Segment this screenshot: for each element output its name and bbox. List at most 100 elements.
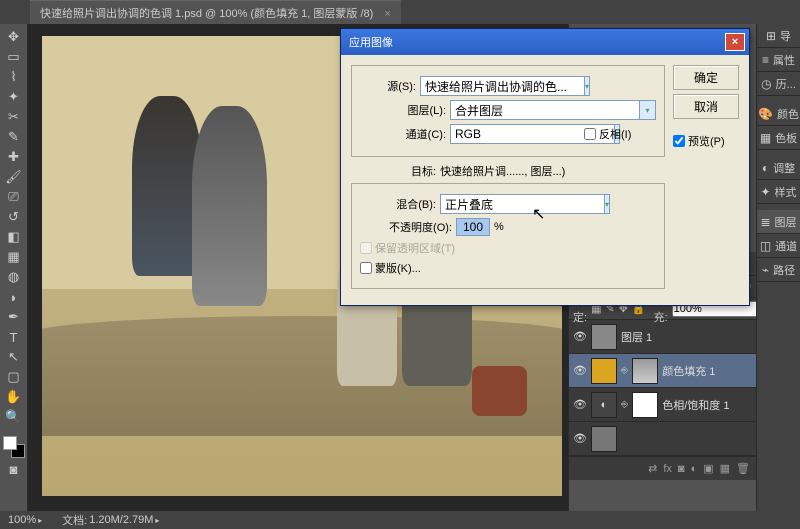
layer-row[interactable]: 👁 ◐ ⎆ 色相/饱和度 1 (569, 388, 756, 422)
tab-paths[interactable]: ⌁路径 (757, 258, 800, 282)
heal-tool[interactable]: ✚ (3, 148, 25, 166)
tab-channels[interactable]: ◫通道 (757, 234, 800, 258)
channel-label: 通道(C): (390, 126, 446, 142)
layer-mask-thumb[interactable] (632, 358, 658, 384)
visibility-icon[interactable]: 👁 (573, 364, 587, 377)
pen-tool[interactable]: ✒ (3, 308, 25, 326)
doc-size: 1.20M/2.79M (89, 514, 153, 526)
chevron-down-icon[interactable]: ▾ (585, 76, 590, 96)
visibility-icon[interactable]: 👁 (573, 330, 587, 343)
dialog-title: 应用图像 (349, 34, 725, 50)
layer-select[interactable] (450, 100, 640, 120)
gradient-tool[interactable]: ▦ (3, 248, 25, 266)
link-icon: ⎆ (621, 399, 628, 410)
chevron-icon[interactable]: ▸ (38, 516, 42, 525)
preview-checkbox[interactable]: 预览(P) (673, 133, 739, 149)
shape-tool[interactable]: ▢ (3, 368, 25, 386)
tools-panel: ✥ ▭ ⌇ ✦ ✂ ✎ ✚ 🖌 ⎚ ↺ ◧ ▦ ◍ ◗ ✒ T ↖ ▢ ✋ 🔍 … (0, 24, 28, 511)
preserve-checkbox: 保留透明区域(T) (360, 240, 455, 256)
tab-navigator[interactable]: ⊞导 (757, 24, 800, 48)
tab-color[interactable]: 🎨颜色 (757, 102, 800, 126)
tab-properties[interactable]: ≡属性 (757, 48, 800, 72)
layer-row[interactable]: 👁 ⎆ 颜色填充 1 (569, 354, 756, 388)
tab-history[interactable]: ◷历... (757, 72, 800, 96)
source-select[interactable] (420, 76, 585, 96)
link-icon: ⎆ (621, 365, 628, 376)
target-label: 目标: (411, 163, 436, 179)
mask-checkbox[interactable]: 蒙版(K)... (360, 260, 421, 276)
cancel-button[interactable]: 取消 (673, 94, 739, 119)
blur-tool[interactable]: ◍ (3, 268, 25, 286)
layer-thumb[interactable]: ◐ (591, 392, 617, 418)
link-layers-icon[interactable]: ⇄ (648, 462, 657, 475)
chevron-icon[interactable]: ▸ (155, 516, 159, 525)
marquee-tool[interactable]: ▭ (3, 48, 25, 66)
type-tool[interactable]: T (3, 328, 25, 346)
dialog-titlebar[interactable]: 应用图像 × (341, 29, 749, 55)
layer-thumb[interactable] (591, 324, 617, 350)
layer-name: 颜色填充 1 (662, 363, 715, 379)
new-layer-icon[interactable]: ▦ (720, 462, 730, 475)
color-icon: 🎨 (758, 107, 773, 121)
quickmask-tool[interactable]: ◙ (3, 460, 25, 478)
stamp-tool[interactable]: ⎚ (3, 188, 25, 206)
eraser-tool[interactable]: ◧ (3, 228, 25, 246)
status-bar: 100%▸ 文档:1.20M/2.79M▸ (0, 511, 800, 529)
zoom-tool[interactable]: 🔍 (3, 408, 25, 426)
layer-label: 图层(L): (390, 102, 446, 118)
wand-tool[interactable]: ✦ (3, 88, 25, 106)
eyedropper-tool[interactable]: ✎ (3, 128, 25, 146)
trash-icon[interactable]: 🗑 (736, 462, 750, 475)
channels-icon: ◫ (760, 239, 771, 253)
layer-name: 图层 1 (621, 329, 652, 345)
tab-title: 快速给照片调出协调的色调 1.psd @ 100% (颜色填充 1, 图层蒙版 … (40, 8, 373, 20)
opacity-input[interactable] (456, 218, 490, 236)
chevron-down-icon[interactable]: ▾ (640, 100, 656, 120)
tab-styles[interactable]: ✦样式 (757, 180, 800, 204)
tab-swatches[interactable]: ▦色板 (757, 126, 800, 150)
lasso-tool[interactable]: ⌇ (3, 68, 25, 86)
color-swatches[interactable] (3, 436, 25, 458)
layer-thumb[interactable] (591, 358, 617, 384)
history-icon: ◷ (761, 77, 771, 91)
blend-label: 混合(B): (360, 196, 436, 212)
zoom-level[interactable]: 100% (8, 514, 36, 526)
fg-color-swatch[interactable] (3, 436, 17, 450)
document-tab[interactable]: 快速给照片调出协调的色调 1.psd @ 100% (颜色填充 1, 图层蒙版 … (30, 0, 401, 25)
crop-tool[interactable]: ✂ (3, 108, 25, 126)
swatches-icon: ▦ (760, 131, 771, 145)
brush-tool[interactable]: 🖌 (3, 168, 25, 186)
dialog-close-button[interactable]: × (725, 33, 745, 51)
layer-thumb[interactable] (591, 426, 617, 452)
apply-image-dialog: 应用图像 × 源(S): ▾ 图层(L): ▾ 通道(C): ▾ 反相(I) (340, 28, 750, 306)
fx-icon[interactable]: fx (663, 463, 672, 475)
visibility-icon[interactable]: 👁 (573, 432, 587, 445)
layer-row[interactable]: 👁 图层 1 (569, 320, 756, 354)
properties-icon: ≡ (762, 53, 769, 67)
layer-mask-thumb[interactable] (632, 392, 658, 418)
source-label: 源(S): (360, 78, 416, 94)
layers-icon: ≣ (760, 215, 770, 229)
tab-layers[interactable]: ≣图层 (757, 210, 800, 234)
path-tool[interactable]: ↖ (3, 348, 25, 366)
move-tool[interactable]: ✥ (3, 28, 25, 46)
tab-adjustments[interactable]: ◐调整 (757, 156, 800, 180)
blend-select[interactable] (440, 194, 605, 214)
chevron-down-icon[interactable]: ▾ (605, 194, 610, 214)
group-icon[interactable]: ▣ (703, 462, 713, 475)
styles-icon: ✦ (760, 185, 770, 199)
tab-close-icon[interactable]: × (384, 8, 390, 20)
layer-name: 色相/饱和度 1 (662, 397, 729, 413)
opacity-label: 不透明度(O): (360, 219, 452, 235)
dodge-tool[interactable]: ◗ (3, 288, 25, 306)
mask-icon[interactable]: ◙ (678, 463, 685, 475)
invert-checkbox[interactable]: 反相(I) (584, 126, 631, 142)
adjust-icon[interactable]: ◐ (691, 463, 698, 475)
hand-tool[interactable]: ✋ (3, 388, 25, 406)
visibility-icon[interactable]: 👁 (573, 398, 587, 411)
paths-icon: ⌁ (762, 263, 769, 277)
layer-row[interactable]: 👁 (569, 422, 756, 456)
ok-button[interactable]: 确定 (673, 65, 739, 90)
target-value: 快速给照片调......, 图层...) (440, 163, 565, 179)
history-brush-tool[interactable]: ↺ (3, 208, 25, 226)
